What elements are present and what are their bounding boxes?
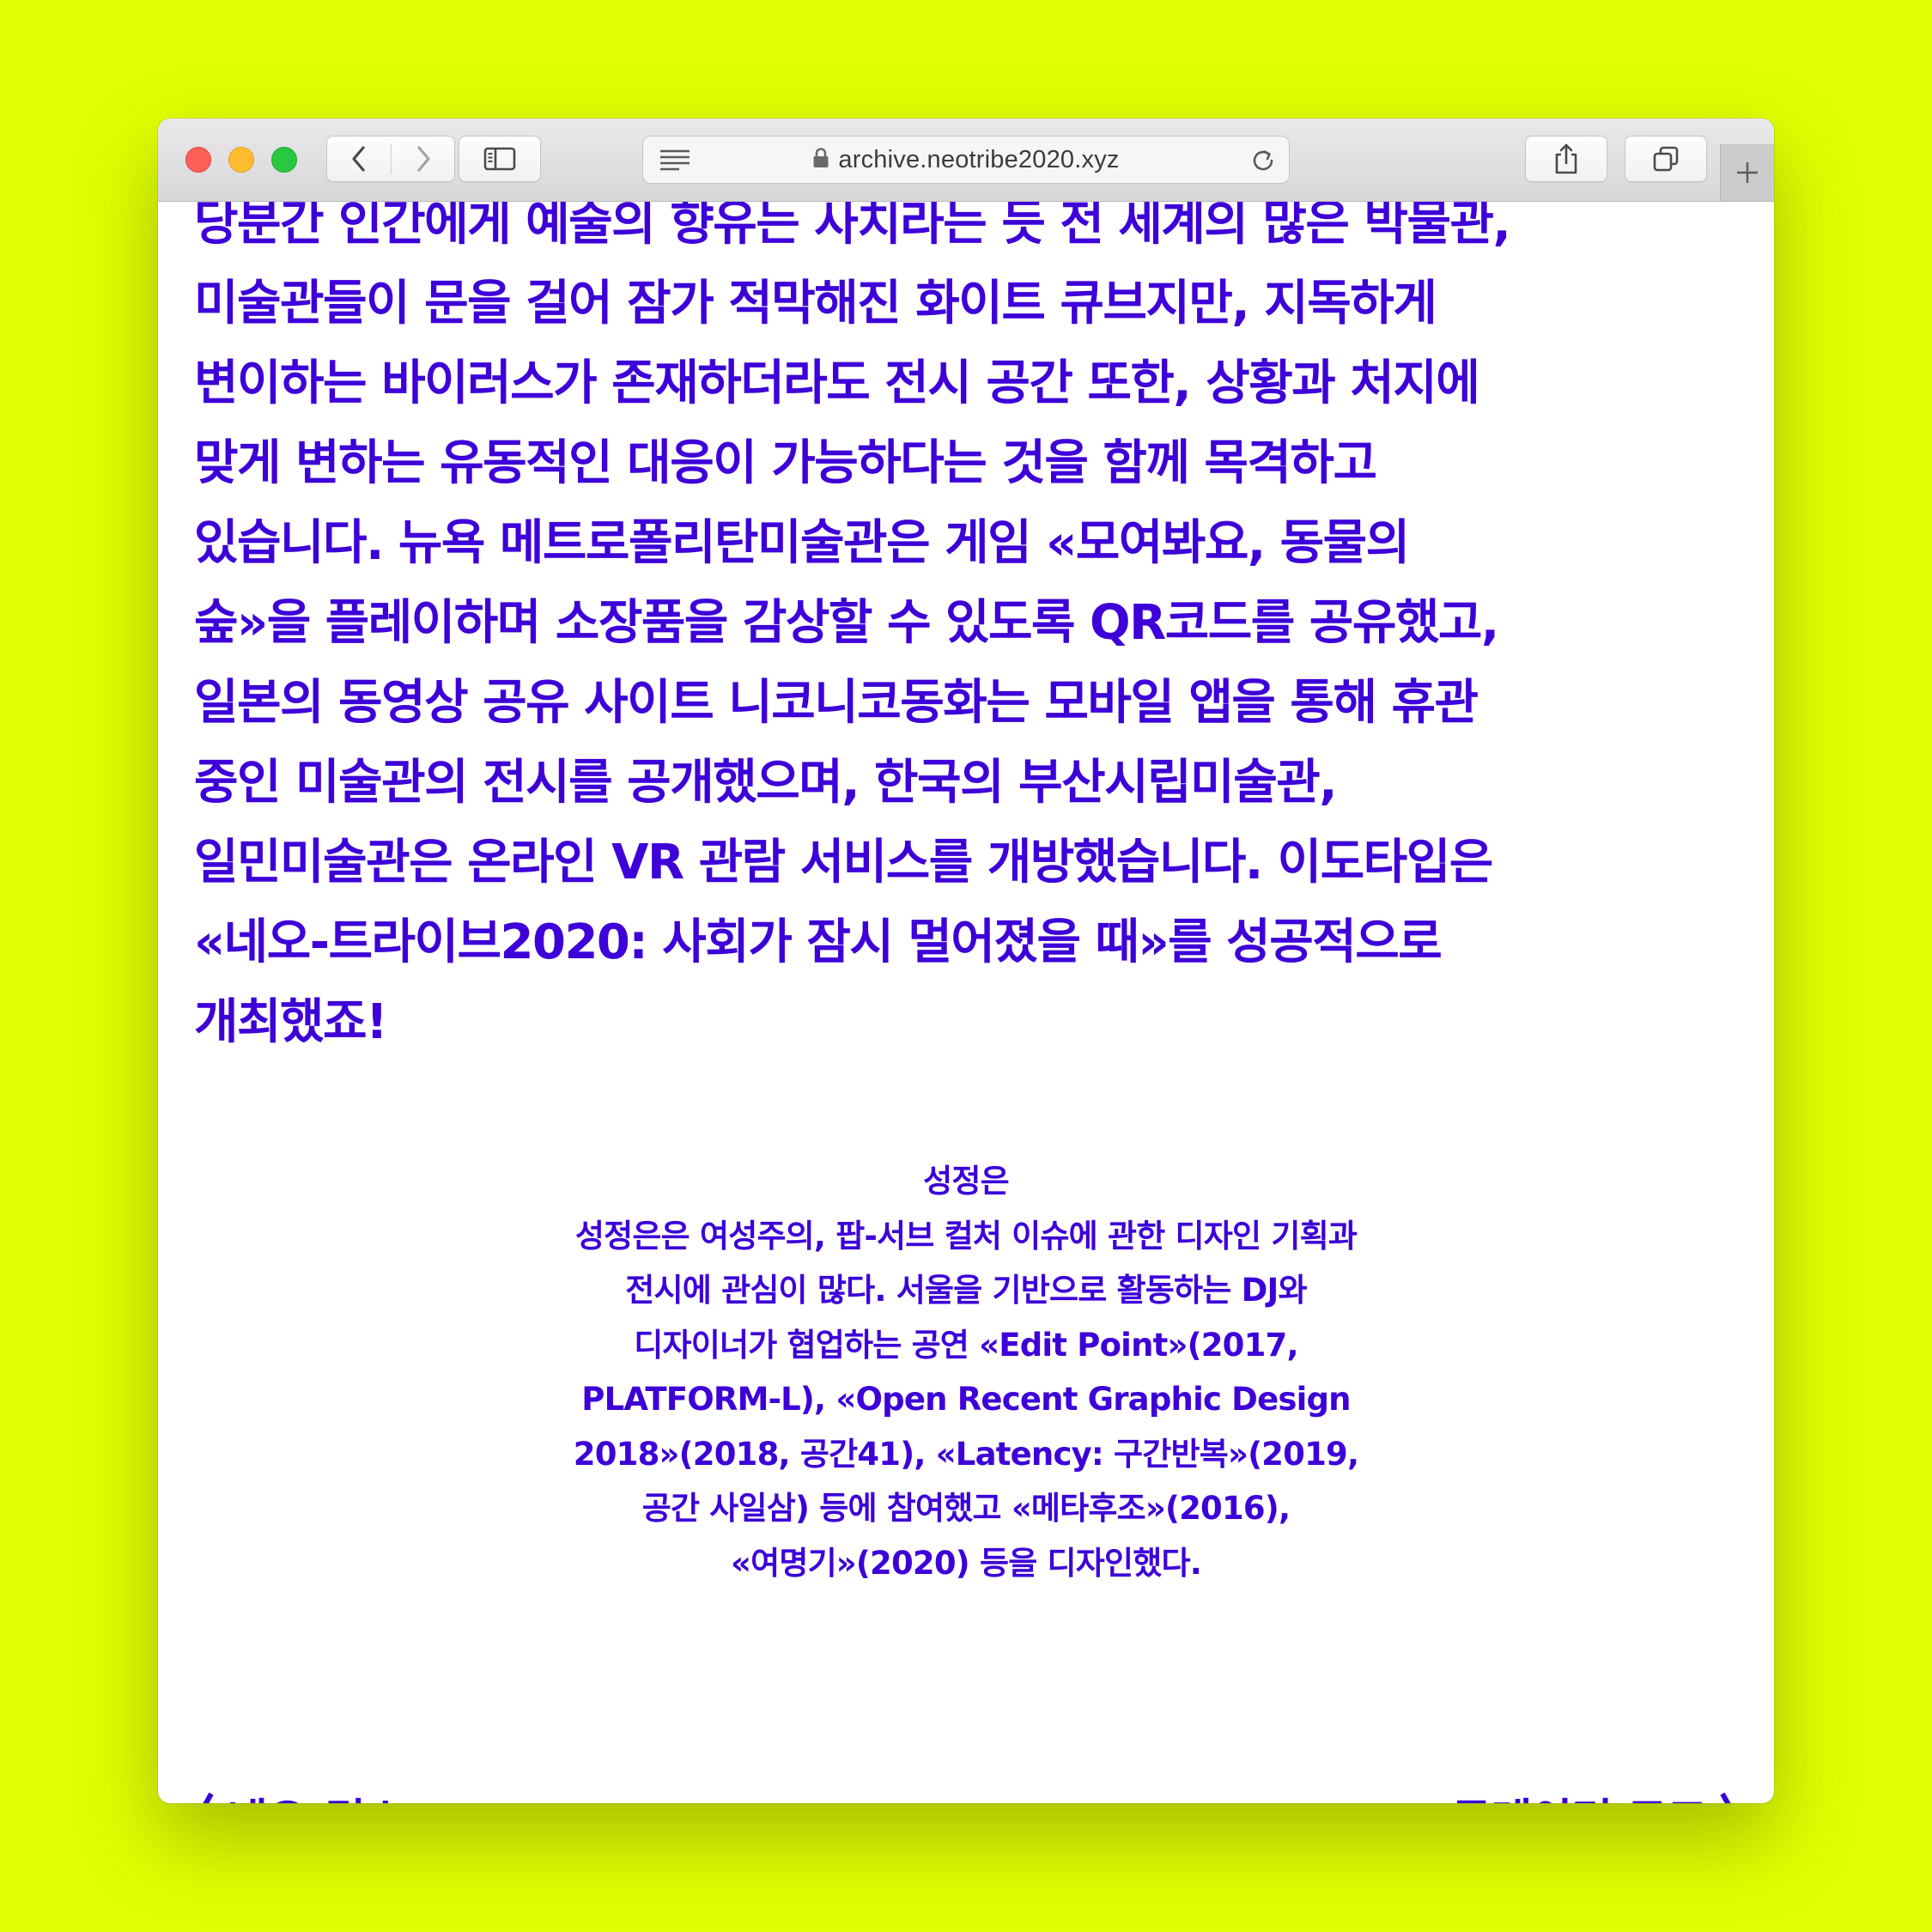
article-line: 있습니다. 뉴욕 메트로폴리탄미술관은 게임 «모여봐요, 동물의	[194, 515, 1410, 571]
sidebar-toggle-button[interactable]	[459, 136, 541, 182]
article-line: 중인 미술관의 전시를 공개했으며, 한국의 부산시립미술관,	[194, 755, 1338, 811]
article-line: «네오-트라이브2020: 사회가 잠시 멀어졌을 때»를 성공적으로	[194, 914, 1443, 970]
bio-line: 전시에 관심이 많다. 서울을 기반으로 활동하는 DJ와	[625, 1272, 1307, 1309]
article-line: 변이하는 바이러스가 존재하더라도 전시 공간 또한, 상황과 처지에	[194, 355, 1480, 411]
zoom-window-button[interactable]	[271, 147, 297, 173]
bio-line: 2018»(2018, 공간41), «Latency: 구간반복»(2019,	[573, 1435, 1359, 1473]
author-bio: 성정은 성정은은 여성주의, 팝-서브 컬처 이슈에 관한 디자인 기획과 전시…	[158, 1154, 1774, 1590]
next-page-label: 큐레이터 토크	[1451, 1784, 1708, 1803]
article-line: 일민미술관은 온라인 VR 관람 서비스를 개방했습니다. 이도타입은	[194, 835, 1493, 890]
bio-line: 디자이너가 협업하는 공연 «Edit Point»(2017,	[634, 1326, 1298, 1364]
lock-icon	[813, 148, 829, 167]
url-container: archive.neotribe2020.xyz	[643, 137, 1289, 183]
article-line: 맞게 변하는 유동적인 대응이 가능하다는 것을 함께 목격하고	[194, 435, 1377, 491]
browser-window: 당분간 인간에게 예술의 향유는 사치라는 듯 전 세계의 많은 박물관, 미술…	[158, 118, 1774, 1803]
browser-toolbar: archive.neotribe2020.xyz	[158, 118, 1774, 202]
chevron-right-icon	[417, 146, 430, 172]
prev-page-link[interactable]: 네오-믹스	[194, 1784, 406, 1803]
forward-button[interactable]	[392, 137, 455, 181]
minimize-window-button[interactable]	[228, 147, 254, 173]
back-button[interactable]	[327, 137, 391, 181]
plus-icon	[1737, 162, 1758, 183]
chevron-left-icon	[352, 146, 365, 172]
bio-line: PLATFORM-L), «Open Recent Graphic Design	[581, 1381, 1351, 1418]
share-icon	[1555, 143, 1577, 174]
article-text: 당분간 인간에게 예술의 향유는 사치라는 듯 전 세계의 많은 박물관, 미술…	[194, 184, 1740, 1062]
tab-overview-button[interactable]	[1625, 136, 1707, 182]
next-page-link[interactable]: 큐레이터 토크	[1451, 1784, 1740, 1803]
author-name: 성정은	[923, 1163, 1010, 1200]
url-text: archive.neotribe2020.xyz	[838, 145, 1120, 173]
sidebar-icon	[483, 147, 516, 171]
share-button[interactable]	[1525, 136, 1607, 182]
history-nav-group	[326, 136, 455, 182]
bio-line: «여명기»(2020) 등을 디자인했다.	[730, 1544, 1202, 1582]
article-line: 일본의 동영상 공유 사이트 니코니코동화는 모바일 앱을 통해 휴관	[194, 675, 1479, 731]
article-line: 미술관들이 문을 걸어 잠가 적막해진 화이트 큐브지만, 지독하게	[194, 276, 1437, 331]
page-content: 당분간 인간에게 예술의 향유는 사치라는 듯 전 세계의 많은 박물관, 미술…	[158, 118, 1774, 1803]
angle-right-icon	[1720, 1792, 1731, 1803]
close-window-button[interactable]	[185, 147, 211, 173]
article-line: 개최했죠!	[194, 994, 388, 1050]
new-tab-button[interactable]	[1720, 144, 1774, 201]
reload-icon[interactable]	[1249, 147, 1277, 174]
tabs-icon	[1653, 146, 1679, 172]
bio-line: 공간 사일삼) 등에 참여했고 «메타후조»(2016),	[641, 1490, 1291, 1527]
bio-line: 성정은은 여성주의, 팝-서브 컬처 이슈에 관한 디자인 기획과	[574, 1217, 1358, 1255]
prev-page-label: 네오-믹스	[227, 1784, 406, 1803]
angle-left-icon	[203, 1792, 214, 1803]
article-line: 숲»을 플레이하며 소장품을 감상할 수 있도록 QR코드를 공유했고,	[194, 595, 1499, 651]
address-bar[interactable]: archive.neotribe2020.xyz	[642, 136, 1290, 184]
